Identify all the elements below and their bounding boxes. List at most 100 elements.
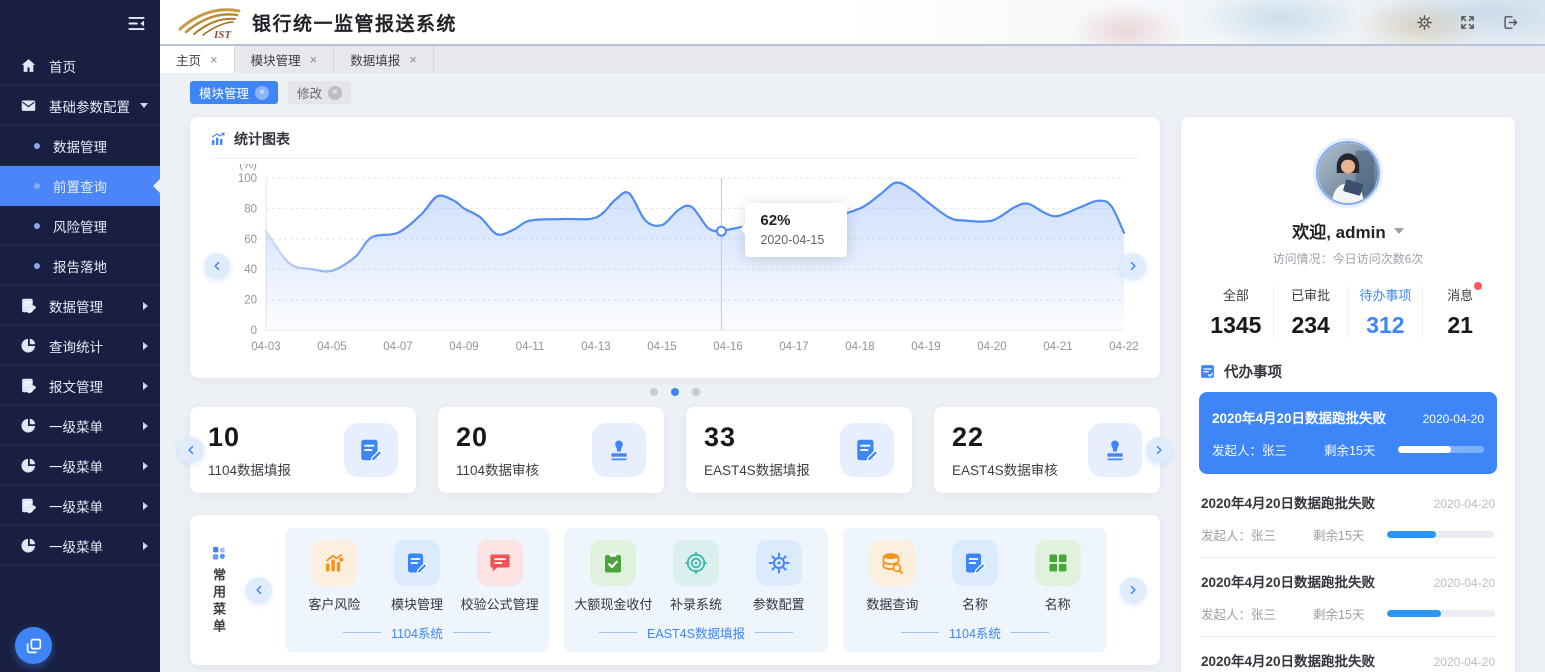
menu-next-button[interactable] [1120, 577, 1146, 603]
document-edit-icon [952, 540, 998, 586]
stat-card-row: 10 1104数据填报 20 1104数据审核 [190, 407, 1160, 493]
close-icon[interactable]: × [255, 86, 269, 100]
svg-text:04-09: 04-09 [449, 341, 478, 353]
document-edit-icon [344, 423, 398, 477]
sidebar-item-home[interactable]: 首页 [0, 46, 160, 86]
close-icon[interactable]: × [409, 53, 417, 66]
sidebar-item-data-management[interactable]: 数据管理 [0, 126, 160, 166]
todo-item[interactable]: 2020年4月20日数据跑批失败 2020-04-20 发起人：张三 剩余15天 [1199, 392, 1497, 474]
database-search-icon [869, 540, 915, 586]
visit-info: 访问情况：今日访问次数6次 [1199, 250, 1497, 267]
tab-module-management[interactable]: 模块管理 × [235, 46, 335, 73]
sidebar-menu: 首页 基础参数配置 数据管理 前置查询 风险管理 报告落地 数据管理 [0, 46, 160, 566]
menu-prev-button[interactable] [246, 577, 272, 603]
stat-messages[interactable]: 消息 21 [1423, 285, 1497, 339]
carousel-dot[interactable] [650, 388, 658, 396]
tab-data-filling[interactable]: 数据填报 × [334, 46, 434, 73]
carousel-dot[interactable] [692, 388, 700, 396]
statistics-chart-panel: 统计图表 020406080100(%)04-0304-0504-0704-09… [190, 117, 1160, 378]
menu-item-parameter-config[interactable]: 参数配置 [737, 540, 820, 613]
menu-item-formula-management[interactable]: 校验公式管理 [458, 540, 541, 613]
bar-chart-icon [311, 540, 357, 586]
profile-stats: 全部 1345 已审批 234 待办事项 312 消息 21 [1199, 285, 1497, 345]
settings-gear-icon[interactable] [1416, 14, 1433, 31]
close-icon[interactable]: × [210, 53, 218, 66]
user-panel: 欢迎, admin 访问情况：今日访问次数6次 全部 1345 已审批 234 … [1181, 117, 1515, 672]
stat-all[interactable]: 全部 1345 [1199, 285, 1274, 339]
grid-icon [1035, 540, 1081, 586]
chart-canvas: 020406080100(%)04-0304-0504-0704-0904-11… [210, 164, 1140, 370]
svg-text:04-17: 04-17 [779, 341, 808, 353]
sidebar-item-data-management-2[interactable]: 数据管理 [0, 286, 160, 326]
stat-card-east4s-filling[interactable]: 33 EAST4S数据填报 [686, 407, 912, 493]
chevron-right-icon [143, 462, 148, 470]
welcome-text: 欢迎, admin [1292, 218, 1386, 243]
todo-item[interactable]: 2020年4月20日数据跑批失败 2020-04-20 发起人：张三 剩余15天 [1199, 557, 1497, 636]
sidebar-item-risk-management[interactable]: 风险管理 [0, 206, 160, 246]
sidebar-item-level1-menu-2[interactable]: 一级菜单 [0, 446, 160, 486]
quick-menu-groups: 客户风险 模块管理 校验公式管理 [285, 528, 1107, 652]
todo-list: 2020年4月20日数据跑批失败 2020-04-20 发起人：张三 剩余15天… [1199, 392, 1497, 672]
sidebar-item-query-statistics[interactable]: 查询统计 [0, 326, 160, 366]
menu-group-1104-2: 数据查询 名称 名称 [843, 528, 1107, 652]
chevron-down-icon[interactable] [1394, 228, 1404, 234]
sidebar: 首页 基础参数配置 数据管理 前置查询 风险管理 报告落地 数据管理 [0, 0, 160, 672]
document-edit-icon [394, 540, 440, 586]
svg-text:0: 0 [251, 325, 257, 337]
svg-text:04-11: 04-11 [516, 341, 545, 353]
menu-item-name-2[interactable]: 名称 [1016, 540, 1099, 613]
tab-home[interactable]: 主页 × [160, 46, 235, 73]
logout-icon[interactable] [1502, 14, 1519, 31]
fullscreen-icon[interactable] [1459, 14, 1476, 31]
logo-swoosh-icon: IST [176, 3, 242, 41]
header-actions [1416, 14, 1545, 31]
svg-text:04-16: 04-16 [713, 341, 742, 353]
group-caption: 1104系统 [901, 623, 1049, 642]
stats-next-button[interactable] [1146, 437, 1172, 463]
chart-icon [210, 131, 226, 147]
close-icon[interactable]: × [328, 86, 342, 100]
todo-item[interactable]: 2020年4月20日数据跑批失败 2020-04-20 发起人：张三 剩余4天 [1199, 636, 1497, 672]
chart-next-button[interactable] [1120, 253, 1146, 279]
app-logo: IST [176, 3, 242, 41]
app-header: IST 银行统一监管报送系统 [160, 0, 1545, 46]
menu-group-1104: 客户风险 模块管理 校验公式管理 [285, 528, 549, 652]
stats-prev-button[interactable] [178, 437, 204, 463]
menu-group-east4s: 大额现金收付 补录系统 参数配置 [564, 528, 828, 652]
svg-text:04-03: 04-03 [251, 341, 280, 353]
stat-card-east4s-review[interactable]: 22 EAST4S数据审核 [934, 407, 1160, 493]
todo-title: 代办事项 [1224, 361, 1282, 382]
sidebar-item-message-management[interactable]: 报文管理 [0, 366, 160, 406]
sidebar-item-base-params[interactable]: 基础参数配置 [0, 86, 160, 126]
sidebar-collapse-icon[interactable] [127, 14, 146, 33]
chevron-down-icon [140, 103, 148, 108]
chart-prev-button[interactable] [204, 253, 230, 279]
stat-card-1104-review[interactable]: 20 1104数据审核 [438, 407, 664, 493]
pie-chart-icon [20, 337, 37, 354]
carousel-dot-active[interactable] [671, 388, 679, 396]
tag-module-management[interactable]: 模块管理 × [190, 81, 278, 104]
stat-card-1104-filling[interactable]: 10 1104数据填报 [190, 407, 416, 493]
tag-modify[interactable]: 修改 × [288, 81, 351, 104]
sidebar-item-level1-menu-1[interactable]: 一级菜单 [0, 406, 160, 446]
menu-item-supplement-system[interactable]: 补录系统 [655, 540, 738, 613]
sidebar-item-pre-query[interactable]: 前置查询 [0, 166, 160, 206]
menu-item-module-management[interactable]: 模块管理 [376, 540, 459, 613]
menu-item-data-query[interactable]: 数据查询 [851, 540, 934, 613]
avatar[interactable] [1316, 141, 1380, 205]
sidebar-item-level1-menu-4[interactable]: 一级菜单 [0, 526, 160, 566]
document-edit-icon [20, 497, 37, 514]
menu-item-customer-risk[interactable]: 客户风险 [293, 540, 376, 613]
stat-approved[interactable]: 已审批 234 [1274, 285, 1349, 339]
svg-text:04-13: 04-13 [581, 341, 610, 353]
menu-item-large-cash[interactable]: 大额现金收付 [572, 540, 655, 613]
close-icon[interactable]: × [310, 53, 318, 66]
bullet-icon [34, 263, 40, 269]
todo-item[interactable]: 2020年4月20日数据跑批失败 2020-04-20 发起人：张三 剩余15天 [1199, 479, 1497, 557]
floating-action-button[interactable] [15, 627, 52, 664]
menu-item-name-1[interactable]: 名称 [934, 540, 1017, 613]
sidebar-item-report-landing[interactable]: 报告落地 [0, 246, 160, 286]
sidebar-item-level1-menu-3[interactable]: 一级菜单 [0, 486, 160, 526]
quick-menu-label: 常用菜单 [204, 545, 233, 636]
stat-pending[interactable]: 待办事项 312 [1349, 285, 1424, 339]
